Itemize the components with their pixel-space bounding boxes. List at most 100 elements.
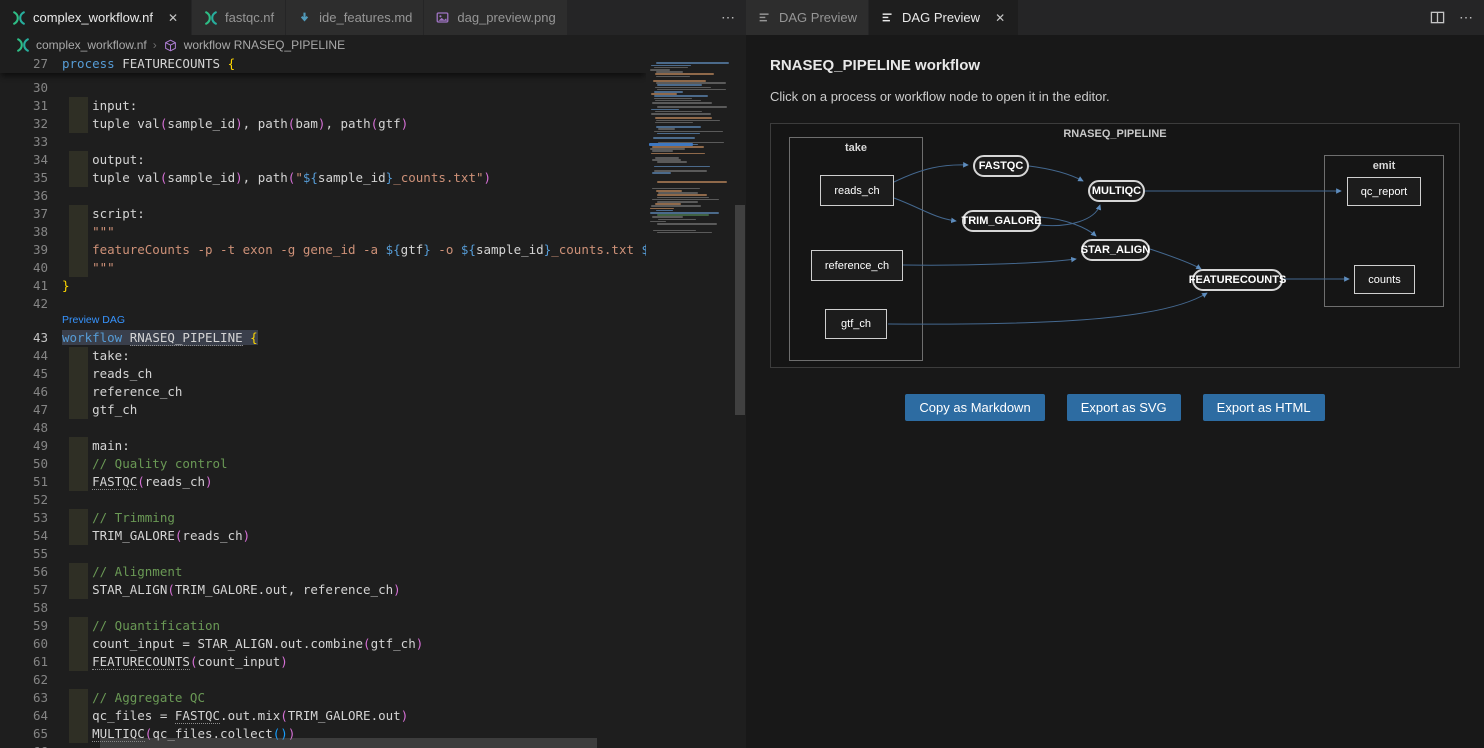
- line-content: }: [62, 277, 70, 295]
- close-icon[interactable]: ✕: [166, 11, 180, 25]
- code-line-34[interactable]: 34 output:: [0, 151, 646, 169]
- code-line-59[interactable]: 59 // Quantification: [0, 617, 646, 635]
- dag-edge-star_align-to-featurecounts: [1150, 249, 1201, 269]
- export-as-html-button[interactable]: Export as HTML: [1203, 394, 1325, 421]
- copy-as-markdown-button[interactable]: Copy as Markdown: [905, 394, 1044, 421]
- dag-node-gtf_ch[interactable]: gtf_ch: [825, 309, 887, 339]
- dag-node-qc_report[interactable]: qc_report: [1347, 177, 1421, 206]
- line-number: 31: [8, 97, 48, 115]
- sticky-scroll-line[interactable]: 27 process FEATURECOUNTS {: [0, 55, 646, 73]
- dag-node-multiqc[interactable]: MULTIQC: [1088, 180, 1145, 202]
- code-line-61[interactable]: 61 FEATURECOUNTS(count_input): [0, 653, 646, 671]
- line-content: // Aggregate QC: [62, 689, 205, 707]
- code-line-45[interactable]: 45 reads_ch: [0, 365, 646, 383]
- code-line-46[interactable]: 46 reference_ch: [0, 383, 646, 401]
- close-icon[interactable]: ✕: [993, 11, 1007, 25]
- code-line-39[interactable]: 39 featureCounts -p -t exon -g gene_id -…: [0, 241, 646, 259]
- editor-group-left: complex_workflow.nf✕fastqc.nfide_feature…: [0, 0, 746, 748]
- dag-node-trim_galore[interactable]: TRIM_GALORE: [962, 210, 1041, 232]
- line-content: main:: [62, 437, 130, 455]
- line-content: output:: [62, 151, 145, 169]
- code-line-33[interactable]: 33: [0, 133, 646, 151]
- line-number: 45: [8, 365, 48, 383]
- dag-node-fastqc[interactable]: FASTQC: [973, 155, 1029, 177]
- line-number: 35: [8, 169, 48, 187]
- line-content: // Quantification: [62, 617, 220, 635]
- code-line-58[interactable]: 58: [0, 599, 646, 617]
- export-as-svg-button[interactable]: Export as SVG: [1067, 394, 1181, 421]
- tab-complex-workflow-nf-L0[interactable]: complex_workflow.nf✕: [0, 0, 192, 35]
- code-line-43[interactable]: 43workflow RNASEQ_PIPELINE {: [0, 329, 646, 347]
- code-line-35[interactable]: 35 tuple val(sample_id), path("${sample_…: [0, 169, 646, 187]
- code-line-57[interactable]: 57 STAR_ALIGN(TRIM_GALORE.out, reference…: [0, 581, 646, 599]
- line-number: 30: [8, 79, 48, 97]
- codelens-preview-dag[interactable]: Preview DAG: [62, 313, 646, 329]
- line-content: featureCounts -p -t exon -g gene_id -a $…: [62, 241, 664, 259]
- code-line-44[interactable]: 44 take:: [0, 347, 646, 365]
- code-line-47[interactable]: 47 gtf_ch: [0, 401, 646, 419]
- code-line-48[interactable]: 48: [0, 419, 646, 437]
- code-line-64[interactable]: 64 qc_files = FASTQC.out.mix(TRIM_GALORE…: [0, 707, 646, 725]
- code-line-49[interactable]: 49 main:: [0, 437, 646, 455]
- line-number: 42: [8, 295, 48, 313]
- line-content: process FEATURECOUNTS {: [62, 55, 235, 73]
- tab-ide-features-md-L2[interactable]: ide_features.md: [286, 0, 424, 35]
- line-content: workflow RNASEQ_PIPELINE {: [62, 329, 258, 347]
- dag-edge-trim_galore-to-star_align: [1040, 217, 1096, 236]
- tab-label: dag_preview.png: [457, 10, 555, 25]
- code-line-60[interactable]: 60 count_input = STAR_ALIGN.out.combine(…: [0, 635, 646, 653]
- export-button-row: Copy as Markdown Export as SVG Export as H…: [770, 394, 1460, 421]
- code-line-36[interactable]: 36: [0, 187, 646, 205]
- code-line-38[interactable]: 38 """: [0, 223, 646, 241]
- vertical-scrollbar[interactable]: [734, 55, 746, 748]
- code-line-27[interactable]: 27 process FEATURECOUNTS {: [0, 55, 235, 73]
- line-number: 38: [8, 223, 48, 241]
- split-editor-icon[interactable]: [1430, 10, 1445, 25]
- line-number: 62: [8, 671, 48, 689]
- dag-node-reference_ch[interactable]: reference_ch: [811, 250, 903, 281]
- code-line-50[interactable]: 50 // Quality control: [0, 455, 646, 473]
- more-actions-icon[interactable]: ⋯: [1459, 9, 1474, 26]
- dag-edge-reference_ch-to-star_align: [903, 259, 1076, 265]
- tab-fastqc-nf-L1[interactable]: fastqc.nf: [192, 0, 286, 35]
- code-line-62[interactable]: 62: [0, 671, 646, 689]
- tab-label: DAG Preview: [779, 10, 857, 25]
- code-editor[interactable]: 27 process FEATURECOUNTS { 3031 input:32 …: [0, 55, 746, 748]
- line-number: 56: [8, 563, 48, 581]
- code-line-37[interactable]: 37 script:: [0, 205, 646, 223]
- code-line-51[interactable]: 51 FASTQC(reads_ch): [0, 473, 646, 491]
- more-actions-icon[interactable]: ⋯: [721, 9, 736, 26]
- dag-node-reads_ch[interactable]: reads_ch: [820, 175, 894, 206]
- preview-icon: [757, 10, 772, 25]
- code-line-63[interactable]: 63 // Aggregate QC: [0, 689, 646, 707]
- dag-node-featurecounts[interactable]: FEATURECOUNTS: [1192, 269, 1283, 291]
- code-line-56[interactable]: 56 // Alignment: [0, 563, 646, 581]
- minimap[interactable]: [646, 55, 734, 748]
- code-line-32[interactable]: 32 tuple val(sample_id), path(bam), path…: [0, 115, 646, 133]
- code-line-30[interactable]: 30: [0, 79, 646, 97]
- code-line-31[interactable]: 31 input:: [0, 97, 646, 115]
- dag-edge-reads_ch-to-fastqc: [894, 165, 968, 182]
- line-number: 27: [8, 55, 48, 73]
- code-line-54[interactable]: 54 TRIM_GALORE(reads_ch): [0, 527, 646, 545]
- horizontal-scrollbar[interactable]: [100, 738, 597, 748]
- breadcrumb-symbol[interactable]: workflow RNASEQ_PIPELINE: [184, 38, 345, 52]
- line-content: """: [62, 259, 115, 277]
- breadcrumb-separator: ›: [153, 38, 157, 52]
- code-line-55[interactable]: 55: [0, 545, 646, 563]
- breadcrumb-file[interactable]: complex_workflow.nf: [36, 38, 147, 52]
- tab-dag-preview-R0[interactable]: DAG Preview: [746, 0, 869, 35]
- tab-dag-preview-png-L3[interactable]: dag_preview.png: [424, 0, 567, 35]
- line-number: 47: [8, 401, 48, 419]
- page-subtitle: Click on a process or workflow node to o…: [770, 89, 1460, 104]
- line-number: 34: [8, 151, 48, 169]
- code-line-52[interactable]: 52: [0, 491, 646, 509]
- code-line-53[interactable]: 53 // Trimming: [0, 509, 646, 527]
- code-line-41[interactable]: 41}: [0, 277, 646, 295]
- line-number: 46: [8, 383, 48, 401]
- dag-node-counts[interactable]: counts: [1354, 265, 1415, 294]
- tab-dag-preview-R1[interactable]: DAG Preview✕: [869, 0, 1019, 35]
- code-line-42[interactable]: 42: [0, 295, 646, 313]
- dag-node-star_align[interactable]: STAR_ALIGN: [1081, 239, 1150, 261]
- code-line-40[interactable]: 40 """: [0, 259, 646, 277]
